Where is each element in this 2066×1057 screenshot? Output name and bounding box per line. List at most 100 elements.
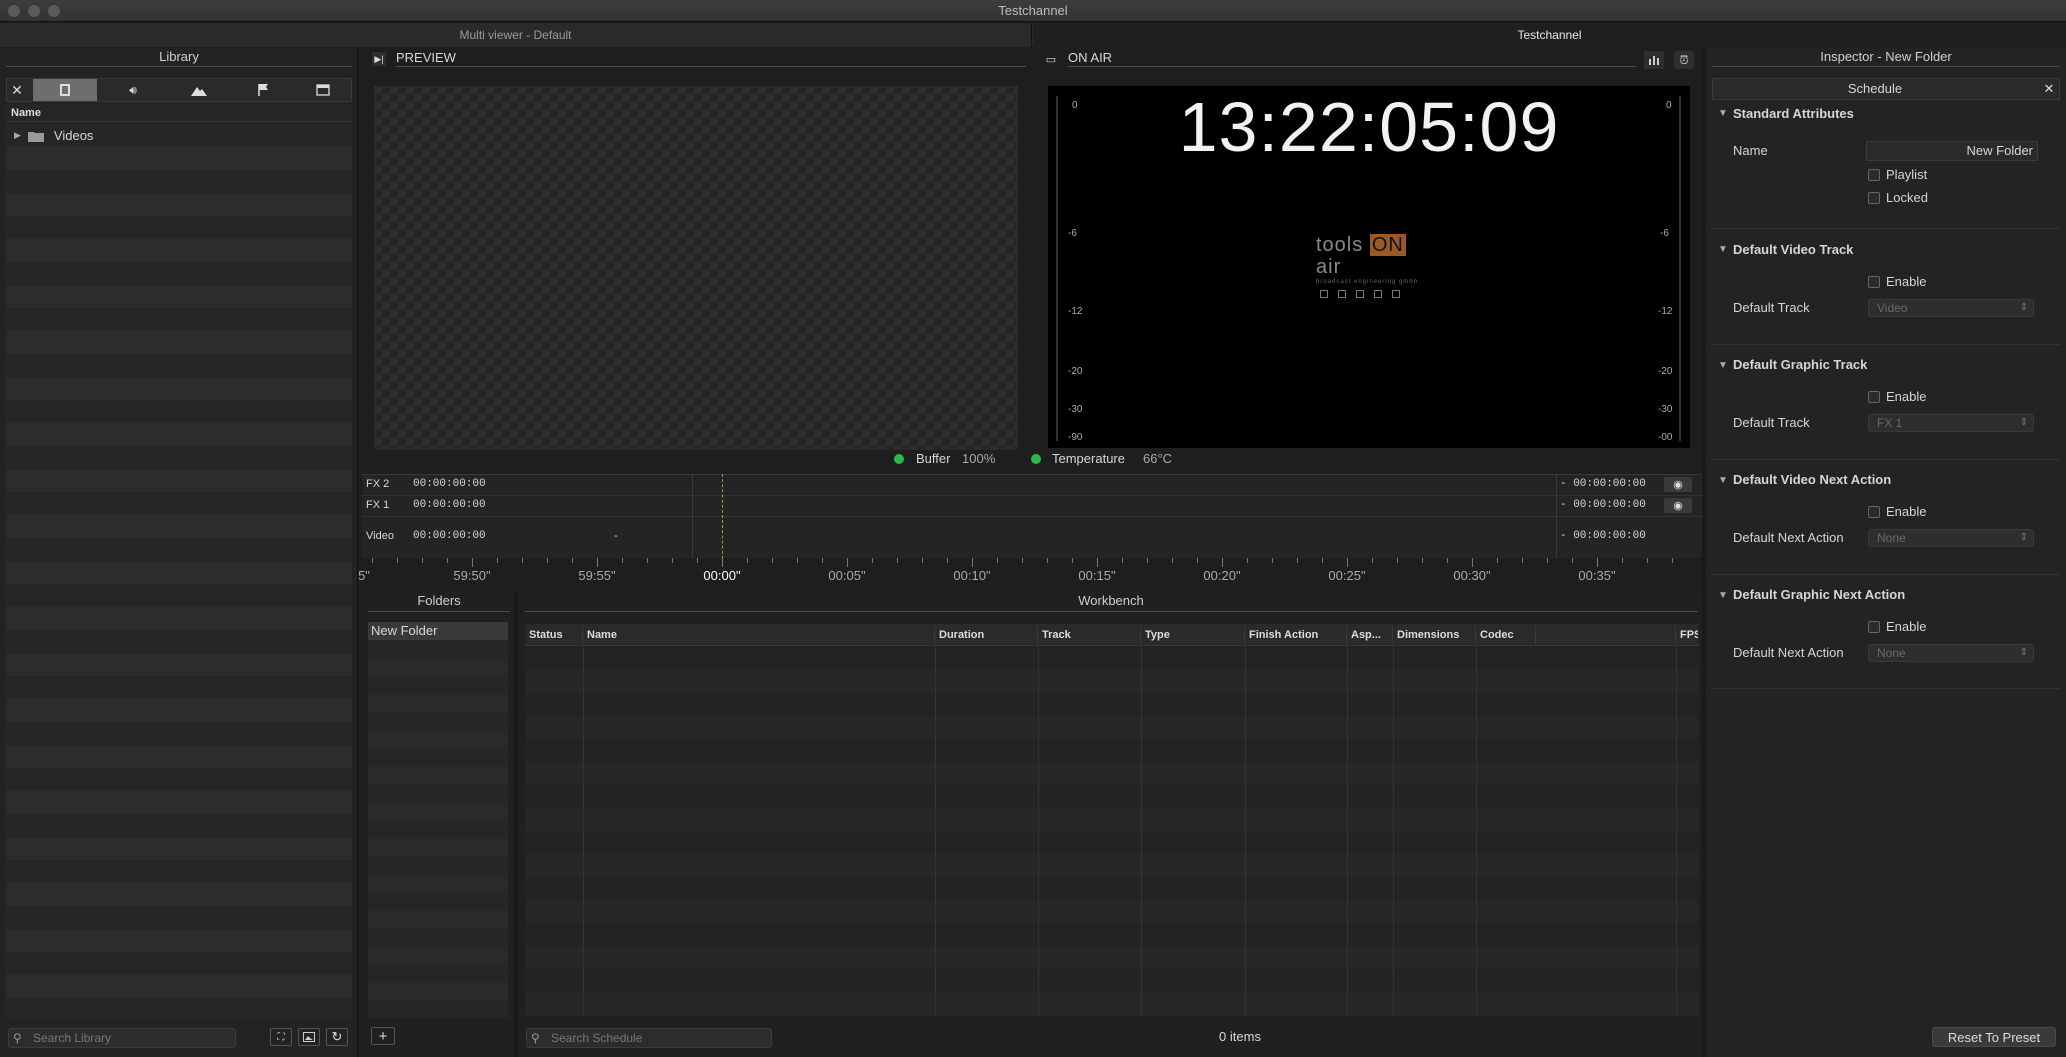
image-filter-button[interactable] xyxy=(167,79,231,101)
timeline-ruler[interactable] xyxy=(362,558,1702,586)
flag-icon xyxy=(258,84,268,96)
tab-testchannel[interactable]: Testchannel xyxy=(1033,23,2066,47)
track-name-video: Video xyxy=(366,530,394,542)
ruler-tick xyxy=(1522,558,1523,563)
disclosure-triangle-icon[interactable]: ▼ xyxy=(1718,360,1728,371)
column-type[interactable]: Type xyxy=(1141,626,1245,644)
ruler-tick xyxy=(1497,558,1498,563)
disclosure-triangle-icon[interactable]: ▼ xyxy=(1718,244,1728,255)
clock-icon: ⏰︎ xyxy=(1679,52,1689,67)
ruler-tick xyxy=(522,558,523,563)
film-filter-button[interactable] xyxy=(33,79,97,101)
ruler-label: 00:30" xyxy=(1453,568,1491,583)
ruler-tick xyxy=(1422,558,1423,563)
library-filter-bar: ✕ 🔊︎ xyxy=(6,78,352,102)
close-icon[interactable]: ✕ xyxy=(7,79,27,101)
audio-meter-button[interactable] xyxy=(1644,51,1664,69)
ruler-tick xyxy=(647,558,648,563)
reset-to-preset-button[interactable]: Reset To Preset xyxy=(1932,1027,2056,1047)
thumbnail-view-button[interactable] xyxy=(298,1028,320,1046)
plus-icon: + xyxy=(378,1027,388,1045)
zoom-window-button[interactable] xyxy=(48,5,60,17)
video-default-track-select[interactable]: Video ⇕ xyxy=(1868,299,2034,317)
ruler-tick xyxy=(597,558,598,567)
ruler-tick xyxy=(1447,558,1448,563)
track-remaining-fx2: - 00:00:00:00 xyxy=(1560,478,1646,490)
graphic-track-enable-checkbox[interactable] xyxy=(1868,391,1880,403)
video-track-enable-checkbox[interactable] xyxy=(1868,276,1880,288)
tools-on-air-logo: tools ON air broadcast engineering gmbh xyxy=(1316,234,1426,298)
library-search-input[interactable]: ⚲ Search Library xyxy=(8,1028,236,1048)
on-air-toggle-button[interactable]: ▭ xyxy=(1044,52,1058,66)
playlist-label: Playlist xyxy=(1886,167,1928,182)
audio-meter-right xyxy=(1679,96,1681,441)
ruler-tick xyxy=(947,558,948,563)
name-field[interactable]: New Folder xyxy=(1866,141,2038,161)
close-icon[interactable]: ✕ xyxy=(2039,79,2059,99)
tab-schedule[interactable]: Schedule xyxy=(1713,79,2037,99)
column-name[interactable]: Name xyxy=(583,626,935,644)
mountain-icon xyxy=(191,87,207,96)
default-next-action-label: Default Next Action xyxy=(1733,645,1844,660)
preview-play-button[interactable]: ▶| xyxy=(372,52,386,66)
fit-view-button[interactable]: ⛶ xyxy=(270,1028,292,1046)
expand-icon: ⛶ xyxy=(277,1031,285,1043)
column-fps[interactable]: FPS xyxy=(1676,626,1698,644)
column-dimensions[interactable]: Dimensions xyxy=(1393,626,1476,644)
disclosure-triangle-icon[interactable]: ▶ xyxy=(14,130,21,141)
locked-checkbox[interactable] xyxy=(1868,192,1880,204)
disclosure-triangle-icon[interactable]: ▼ xyxy=(1718,590,1728,601)
column-track[interactable]: Track xyxy=(1038,626,1141,644)
alarm-button[interactable]: ⏰︎ xyxy=(1674,51,1694,69)
ruler-tick xyxy=(847,558,848,567)
ruler-tick xyxy=(497,558,498,563)
close-window-button[interactable] xyxy=(8,5,20,17)
graphic-next-action-select[interactable]: None ⇕ xyxy=(1868,644,2034,662)
search-icon: ⚲ xyxy=(531,1031,540,1045)
schedule-search-input[interactable]: ⚲ Search Schedule xyxy=(526,1028,772,1048)
window-filter-button[interactable] xyxy=(295,79,351,101)
column-status[interactable]: Status xyxy=(525,626,583,644)
ruler-tick xyxy=(1022,558,1023,563)
folder-item-new-folder[interactable]: New Folder xyxy=(368,622,508,640)
graphic-default-track-select[interactable]: FX 1 ⇕ xyxy=(1868,414,2034,432)
title-bar: Testchannel xyxy=(0,0,2066,22)
column-codec[interactable]: Codec xyxy=(1476,626,1536,644)
ruler-label: 00:15" xyxy=(1078,568,1116,583)
track-visibility-fx2[interactable]: ◉ xyxy=(1664,477,1692,492)
track-visibility-fx1[interactable]: ◉ xyxy=(1664,498,1692,513)
column-duration[interactable]: Duration xyxy=(935,626,1038,644)
library-name-column-header[interactable]: Name xyxy=(6,104,352,122)
add-folder-button[interactable]: + xyxy=(371,1027,395,1045)
tab-multi-viewer[interactable]: Multi viewer - Default xyxy=(0,23,1032,47)
ruler-tick xyxy=(1397,558,1398,563)
disclosure-triangle-icon[interactable]: ▼ xyxy=(1718,108,1728,119)
graphic-next-enable-checkbox[interactable] xyxy=(1868,621,1880,633)
ruler-tick xyxy=(1622,558,1623,563)
ruler-tick xyxy=(1347,558,1348,567)
column-blank[interactable] xyxy=(1536,626,1676,644)
ruler-tick xyxy=(397,558,398,563)
marker-filter-button[interactable] xyxy=(233,79,293,101)
column-aspect[interactable]: Asp... xyxy=(1347,626,1393,644)
library-item-label: Videos xyxy=(53,128,94,143)
refresh-button[interactable]: ↻ xyxy=(326,1028,348,1046)
ruler-tick xyxy=(422,558,423,563)
default-track-label: Default Track xyxy=(1733,415,1810,430)
eye-icon: ◉ xyxy=(1673,500,1683,512)
ruler-tick xyxy=(922,558,923,563)
disclosure-triangle-icon[interactable]: ▼ xyxy=(1718,475,1728,486)
audio-filter-button[interactable]: 🔊︎ xyxy=(103,79,163,101)
temperature-label: Temperature xyxy=(1052,451,1125,466)
preview-canvas xyxy=(374,86,1018,450)
video-next-enable-checkbox[interactable] xyxy=(1868,506,1880,518)
minimize-window-button[interactable] xyxy=(28,5,40,17)
column-finish-action[interactable]: Finish Action xyxy=(1245,626,1347,644)
playhead[interactable] xyxy=(722,474,723,564)
ruler-tick xyxy=(622,558,623,563)
ruler-tick xyxy=(1172,558,1173,563)
ruler-label: 5" xyxy=(358,568,370,583)
video-next-action-select[interactable]: None ⇕ xyxy=(1868,529,2034,547)
library-item-videos[interactable]: ▶ Videos xyxy=(6,124,352,147)
playlist-checkbox[interactable] xyxy=(1868,169,1880,181)
